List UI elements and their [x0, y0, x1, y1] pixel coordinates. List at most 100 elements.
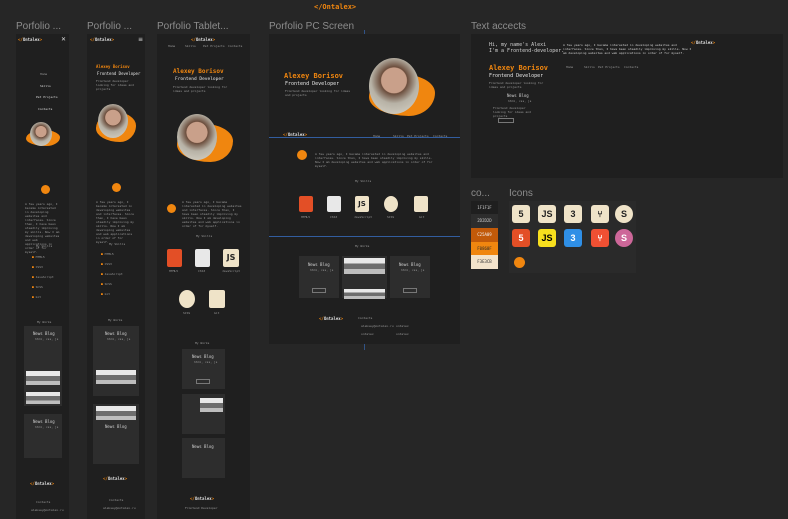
skill-label-js: JavaScript — [354, 215, 373, 219]
html5-icon — [167, 249, 182, 267]
contact-tg[interactable]: ontalex — [361, 332, 374, 336]
accent-dot — [167, 204, 176, 213]
swatch-2[interactable]: 2D2D2D — [471, 214, 498, 228]
scss-color-icon[interactable]: S — [615, 229, 633, 247]
javascript-icon: JS — [355, 196, 369, 212]
hero-role: Frontend Developer — [285, 81, 340, 87]
nav-item-home[interactable]: Home — [566, 65, 573, 69]
nav-item-skills[interactable]: Skills — [40, 84, 51, 88]
swatch-5[interactable]: F3E3CB — [471, 255, 498, 269]
nav-item-home[interactable]: Home — [40, 72, 47, 76]
contacts-title: Contacts — [36, 500, 51, 504]
about-text: A few years ago, I became interested in … — [182, 200, 242, 228]
hero-role: Frontend Developer — [175, 77, 224, 82]
work-card-2[interactable]: News Blog — [93, 404, 139, 464]
contact-email[interactable]: aleksey@ontalex.ru — [361, 324, 394, 328]
work-card-title: News Blog — [33, 331, 55, 336]
tablet-frame[interactable]: </Ontalex> Home Skills Pet Projects Cont… — [157, 34, 250, 519]
frame-label-mobile-2[interactable]: Porfolio ... — [87, 21, 145, 32]
css3-color-icon[interactable]: 3 — [564, 229, 582, 247]
work-card-title-3: News Blog — [399, 262, 421, 267]
skill-js: ■ JavaScript — [101, 272, 123, 276]
work-card[interactable]: News Blog html, css, js — [299, 256, 339, 298]
look-at-button-3[interactable] — [403, 288, 417, 293]
contact-vk[interactable]: ontalex — [396, 332, 409, 336]
work-card-3[interactable]: News Blog — [182, 438, 225, 478]
work-card-2[interactable] — [182, 394, 225, 434]
nav-item-contacts[interactable]: Contacts — [38, 107, 52, 111]
nav-item-projects[interactable]: Pet Projects — [36, 95, 58, 99]
pc-frame[interactable]: Alexey Borisov Frontend Developer Fronte… — [269, 34, 460, 344]
works-title: My Works — [37, 320, 52, 324]
git-icon[interactable]: ⑂ — [591, 205, 609, 223]
work-card[interactable]: News Blog html, css, js — [182, 349, 225, 389]
menu-icon[interactable]: ≡ — [138, 36, 143, 43]
text-accents-frame[interactable]: Hi, my name's Alexi I'm a Frontend-devel… — [471, 34, 783, 178]
look-at-button[interactable] — [498, 118, 514, 123]
html5-icon[interactable]: 5 — [512, 205, 530, 223]
close-icon[interactable]: ✕ — [61, 36, 66, 43]
frame-label-colors[interactable]: co... — [471, 188, 497, 199]
accent-dot — [112, 183, 121, 192]
swatch-4[interactable]: F0860F — [471, 242, 498, 255]
frame-label-text-accents[interactable]: Text accects — [471, 21, 526, 32]
nav-item-projects[interactable]: Pet Projects — [598, 65, 620, 69]
skill-label-scss: SCSS — [183, 311, 191, 315]
accent-blob-icon[interactable] — [514, 257, 525, 268]
scss-icon — [384, 196, 398, 212]
mobile-frame-2[interactable]: </Ontalex> ≡ Alexey Borisov Frontend Dev… — [87, 34, 145, 519]
footer-logo: </Ontalex> — [190, 496, 215, 501]
skill-html: ■ HTML5 — [32, 255, 45, 259]
contact-email[interactable]: aleksey@ontalex.ru — [103, 506, 136, 510]
swatch-1[interactable]: 1F1F1F — [471, 201, 498, 214]
site-logo: </Ontalex> — [191, 37, 216, 42]
work-card-2[interactable]: News Blog html, css, js — [24, 414, 62, 458]
work-card[interactable]: News Blog html, css, js — [93, 326, 139, 396]
skills-title: My Skills — [109, 242, 126, 246]
work-card-title-2: News Blog — [33, 419, 55, 424]
nav-item-skills[interactable]: Skills — [584, 65, 595, 69]
swatch-3[interactable]: C25A09 — [471, 228, 498, 242]
work-card-sub: html, css, js — [107, 337, 131, 341]
git-color-icon[interactable]: ⑂ — [591, 229, 609, 247]
skill-label-git: Git — [214, 311, 220, 315]
javascript-icon[interactable]: JS — [538, 205, 556, 223]
work-card-sub: html, css, js — [35, 337, 59, 341]
work-card-sub: html, css, js — [508, 99, 532, 103]
frame-label-icons[interactable]: Icons — [509, 188, 533, 199]
works-title: My Works — [355, 244, 370, 248]
mobile-frame-1[interactable]: </Ontalex> ✕ Home Skills Pet Projects Co… — [16, 34, 69, 519]
nav-item-projects[interactable]: Pet Projects — [203, 44, 225, 48]
hero-name: Alexey Borisov — [96, 64, 130, 69]
look-at-button[interactable] — [196, 379, 210, 384]
nav-item-contacts[interactable]: Contacts — [624, 65, 638, 69]
site-logo: </Ontalex> — [691, 40, 716, 45]
javascript-icon: JS — [223, 249, 239, 267]
skill-label-scss: SCSS — [387, 215, 395, 219]
nav-item-skills[interactable]: Skills — [185, 44, 196, 48]
site-logo: </Ontalex> — [18, 37, 43, 42]
work-card-3[interactable]: News Blog html, css, js — [390, 256, 430, 298]
html5-color-icon[interactable]: 5 — [512, 229, 530, 247]
contact-email[interactable]: aleksey@ontalex.ru — [31, 508, 64, 512]
accent-dot — [297, 150, 307, 160]
javascript-color-icon[interactable]: JS — [538, 229, 556, 247]
layout-guide-horizontal-2 — [269, 236, 460, 237]
look-at-button[interactable] — [312, 288, 326, 293]
nav-item-home[interactable]: Home — [168, 44, 175, 48]
contact-git[interactable]: ontalex — [396, 324, 409, 328]
colors-frame: 1F1F1F 2D2D2D C25A09 F0860F F3E3CB — [471, 201, 498, 269]
work-card-title-3: News Blog — [192, 444, 214, 449]
frame-label-pc[interactable]: Porfolio PC Screen — [269, 21, 354, 32]
hero-tagline: Frontend developer looking for ideas and… — [96, 79, 134, 91]
scss-icon[interactable]: S — [615, 205, 633, 223]
frame-label-mobile-1[interactable]: Porfolio ... — [16, 21, 72, 32]
avatar-photo — [177, 114, 217, 160]
css3-icon[interactable]: 3 — [564, 205, 582, 223]
work-card-image — [96, 370, 136, 384]
frame-label-tablet[interactable]: Porfolio Tablet... — [157, 21, 249, 32]
nav-item-contacts[interactable]: Contacts — [228, 44, 242, 48]
work-card[interactable]: News Blog html, css, js — [24, 326, 62, 406]
about-text: A few years ago, I became interested in … — [563, 43, 692, 55]
work-card-image — [200, 398, 223, 412]
